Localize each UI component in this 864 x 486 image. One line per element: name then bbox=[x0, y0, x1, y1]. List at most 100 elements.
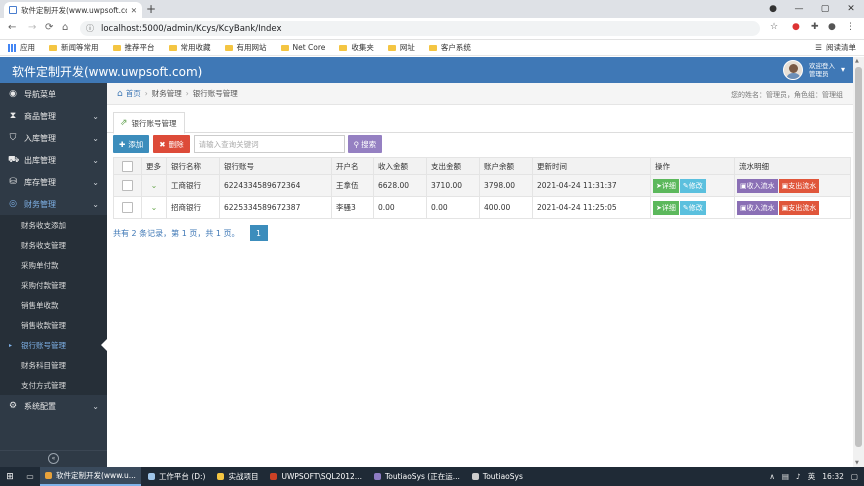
row-checkbox[interactable] bbox=[122, 180, 133, 191]
page-number-button[interactable]: 1 bbox=[249, 225, 268, 241]
search-button[interactable]: ⚲ 搜索 bbox=[347, 135, 383, 153]
vertical-scrollbar[interactable]: ▲ ▼ bbox=[853, 57, 864, 467]
taskbar-item-folder[interactable]: 实战项目 bbox=[212, 467, 263, 486]
add-button[interactable]: ✚ 添加 bbox=[113, 135, 150, 153]
forward-icon[interactable]: → bbox=[28, 22, 36, 33]
notification-icon[interactable]: ▢ bbox=[851, 472, 858, 481]
bookmark-folder[interactable]: 客户系统 bbox=[428, 42, 471, 53]
home-icon[interactable]: ⌂ bbox=[62, 22, 68, 33]
income-flow-button[interactable]: ▣ 收入流水 bbox=[737, 178, 778, 193]
sidebar-item-inbound[interactable]: ⛉ 入库管理 ⌄ bbox=[0, 127, 107, 149]
income-flow-button[interactable]: ▣ 收入流水 bbox=[737, 200, 778, 215]
bookmark-folder[interactable]: 有用网站 bbox=[224, 42, 267, 53]
folder-icon bbox=[428, 44, 437, 51]
breadcrumb: ⌂ 首页 › 财务管理 › 银行账号管理 您的姓名：管理员，角色组：管理组 bbox=[107, 83, 853, 105]
sidebar-subitem[interactable]: 支付方式管理 bbox=[0, 375, 107, 395]
scrollbar-thumb[interactable] bbox=[855, 67, 862, 447]
profile-icon[interactable]: ● bbox=[760, 4, 786, 14]
detail-button[interactable]: ➤ 详细 bbox=[653, 200, 679, 215]
breadcrumb-level1: 财务管理 bbox=[151, 89, 182, 98]
bank-name-cell: 招商银行 bbox=[166, 196, 220, 219]
sidebar-item-nav-menu[interactable]: ◉ 导航菜单 bbox=[0, 83, 107, 105]
taskbar-item-browser[interactable]: 软件定制开发(www.u... bbox=[40, 467, 141, 486]
scroll-up-icon[interactable]: ▲ bbox=[855, 58, 859, 64]
close-tab-icon[interactable]: ✕ bbox=[131, 6, 137, 15]
sidebar-item-system-config[interactable]: ⚙ 系统配置 ⌄ bbox=[0, 395, 107, 417]
user-menu[interactable]: 欢迎登入 管理员 ▾ bbox=[782, 59, 845, 81]
sidebar-subitem[interactable]: 财务收支添加 bbox=[0, 215, 107, 235]
detail-button[interactable]: ➤ 详细 bbox=[653, 178, 679, 193]
sidebar-subitem[interactable]: 采购付款管理 bbox=[0, 275, 107, 295]
close-window-icon[interactable]: ✕ bbox=[838, 4, 864, 14]
volume-icon[interactable]: ♪ bbox=[796, 472, 801, 481]
expense-flow-button[interactable]: ▣ 支出流水 bbox=[778, 178, 820, 193]
account-icon[interactable]: ● bbox=[828, 22, 836, 32]
column-header: 开户名 bbox=[331, 157, 374, 175]
row-checkbox[interactable] bbox=[122, 202, 133, 213]
expand-more-icon[interactable]: ⌄ bbox=[151, 203, 158, 212]
search-input[interactable]: 请输入查询关键词 bbox=[193, 135, 345, 153]
info-icon: ⓘ bbox=[86, 24, 94, 33]
bookmark-folder[interactable]: 常用收藏 bbox=[168, 42, 211, 53]
sidebar-item-inventory[interactable]: ⛁ 库存管理 ⌄ bbox=[0, 171, 107, 193]
reading-list[interactable]: ☰ 阅读清单 bbox=[815, 42, 856, 53]
tray-chevron-icon[interactable]: ∧ bbox=[769, 472, 775, 481]
column-header: 账户余额 bbox=[479, 157, 533, 175]
minimize-icon[interactable]: — bbox=[786, 4, 812, 14]
bookmark-star-icon[interactable]: ☆ bbox=[770, 22, 778, 32]
sidebar-item-finance[interactable]: ◎ 财务管理 ⌄ bbox=[0, 193, 107, 215]
bank-name-cell: 工商银行 bbox=[166, 174, 220, 197]
bookmark-apps[interactable]: 应用 bbox=[8, 42, 35, 53]
folder-icon bbox=[112, 44, 121, 51]
bookmark-folder[interactable]: Net Core bbox=[280, 43, 325, 52]
expense-flow-button[interactable]: ▣ 支出流水 bbox=[778, 200, 820, 215]
sidebar-subitem[interactable]: 销售单收款 bbox=[0, 295, 107, 315]
url-bar[interactable]: ⓘ localhost:5000/admin/Kcys/KcyBank/Inde… bbox=[80, 21, 760, 36]
sidebar-subitem[interactable]: 财务科目管理 bbox=[0, 355, 107, 375]
tab-bank-accounts[interactable]: ⇗ 银行账号管理 bbox=[113, 112, 185, 134]
window-controls: ● — ▢ ✕ bbox=[760, 0, 864, 18]
breadcrumb-level2: 银行账号管理 bbox=[192, 89, 238, 98]
clock[interactable]: 16:32 bbox=[822, 472, 844, 481]
delete-button[interactable]: ✖ 删除 bbox=[153, 135, 190, 153]
maximize-icon[interactable]: ▢ bbox=[812, 4, 838, 14]
breadcrumb-home-link[interactable]: 首页 bbox=[126, 88, 141, 99]
sidebar-subitem-bank-accounts[interactable]: ▸ 银行账号管理 bbox=[0, 335, 107, 355]
sidebar-subitem[interactable]: 采购单付款 bbox=[0, 255, 107, 275]
sidebar-subitem[interactable]: 销售收款管理 bbox=[0, 315, 107, 335]
reload-icon[interactable]: ⟳ bbox=[45, 22, 53, 33]
sidebar: ◉ 导航菜单 ⧗ 商品管理 ⌄ ⛉ 入库管理 ⌄ ⛟ 出库管理 ⌄ ⛁ 库存管理 ⌄ ◎ 财务管理 ⌄… bbox=[0, 83, 107, 467]
sidebar-subitem[interactable]: 财务收支管理 bbox=[0, 235, 107, 255]
taskbar-item-sql[interactable]: UWPSOFT\SQL2012... bbox=[265, 467, 366, 486]
task-view-icon[interactable]: ▭ bbox=[20, 472, 40, 481]
active-dot-icon: ▸ bbox=[9, 341, 13, 349]
owner-cell: 李骚3 bbox=[331, 196, 374, 219]
ime-indicator[interactable]: 英 bbox=[808, 471, 816, 482]
taskbar-item-app[interactable]: ToutiaoSys bbox=[467, 467, 528, 486]
browser-tab[interactable]: 软件定制开发(www.uwpsoft.co ✕ bbox=[4, 2, 142, 18]
scroll-down-icon[interactable]: ▼ bbox=[855, 460, 859, 466]
browser-menu-icon[interactable]: ⋮ bbox=[846, 22, 855, 32]
select-all-checkbox[interactable] bbox=[122, 160, 133, 172]
inventory-icon: ⛁ bbox=[9, 177, 17, 187]
expand-more-icon[interactable]: ⌄ bbox=[151, 181, 158, 190]
edit-button[interactable]: ✎ 修改 bbox=[679, 200, 706, 215]
page-tabbar: ⇗ 银行账号管理 bbox=[107, 110, 853, 134]
taskbar-item-vs[interactable]: ToutiaoSys (正在运... bbox=[369, 467, 465, 486]
bookmark-folder[interactable]: 推荐平台 bbox=[112, 42, 155, 53]
system-tray: ∧ ▤ ♪ 英 16:32 ▢ bbox=[762, 467, 858, 486]
edit-button[interactable]: ✎ 修改 bbox=[679, 178, 706, 193]
sidebar-item-outbound[interactable]: ⛟ 出库管理 ⌄ bbox=[0, 149, 107, 171]
extensions-puzzle-icon[interactable]: ✚ bbox=[811, 22, 819, 32]
network-icon[interactable]: ▤ bbox=[782, 472, 789, 481]
taskbar-item-explorer[interactable]: 工作平台 (D:) bbox=[143, 467, 211, 486]
extension-icon[interactable]: ● bbox=[792, 22, 800, 32]
bookmark-folder[interactable]: 新闻等常用 bbox=[49, 42, 99, 53]
windows-start-icon[interactable]: ⊞ bbox=[0, 472, 20, 482]
bookmark-folder[interactable]: 收集夹 bbox=[339, 42, 374, 53]
sidebar-item-goods[interactable]: ⧗ 商品管理 ⌄ bbox=[0, 105, 107, 127]
bookmark-folder[interactable]: 网址 bbox=[387, 42, 415, 53]
back-icon[interactable]: ← bbox=[8, 22, 16, 33]
new-tab-icon[interactable]: + bbox=[146, 2, 156, 16]
sidebar-collapse-toggle[interactable]: « bbox=[0, 450, 107, 466]
